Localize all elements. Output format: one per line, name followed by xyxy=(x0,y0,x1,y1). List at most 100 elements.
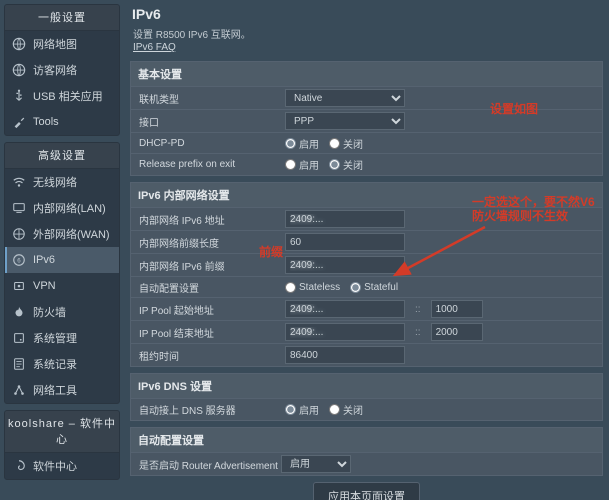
page-subtitle: 设置 R8500 IPv6 互联网。 xyxy=(133,26,603,41)
row-autoconf: 自动配置设置 Stateless Stateful xyxy=(131,277,602,298)
radio-dhcp-pd-off[interactable]: 关闭 xyxy=(329,136,363,151)
page-title: IPv6 xyxy=(132,6,603,22)
pool-start-sep: :: xyxy=(415,304,421,315)
radio-stateless[interactable]: Stateless xyxy=(285,282,340,293)
row-interface: 接口 PPP xyxy=(131,110,602,133)
label-autoconf: 自动配置设置 xyxy=(131,280,281,295)
sidebar-item-label: 外部网络(WAN) xyxy=(33,226,113,242)
radio-release-off[interactable]: 关闭 xyxy=(329,157,363,172)
wifi-icon xyxy=(11,174,27,190)
radio-auto-dns-on[interactable]: 启用 xyxy=(285,402,319,417)
sidebar-item--[interactable]: 防火墙 xyxy=(5,299,119,325)
sidebar-item--lan-[interactable]: 内部网络(LAN) xyxy=(5,195,119,221)
sidebar-item-tools[interactable]: Tools xyxy=(5,109,119,135)
vpn-icon xyxy=(11,278,27,294)
sidebar-item--[interactable]: 网络工具 xyxy=(5,377,119,403)
label-lease: 租约时间 xyxy=(131,348,281,363)
row-auto-dns: 自动接上 DNS 服务器 启用 关闭 xyxy=(131,399,602,420)
section-basic-title: 基本设置 xyxy=(131,62,602,87)
sidebar-item-label: 无线网络 xyxy=(33,174,113,190)
section-dns-title: IPv6 DNS 设置 xyxy=(131,374,602,399)
ipv6-icon: 6 xyxy=(11,252,27,268)
radio-dhcp-pd-on[interactable]: 启用 xyxy=(285,136,319,151)
sidebar-item-label: 系统管理 xyxy=(33,330,113,346)
sidebar-item--[interactable]: 网络地图 xyxy=(5,31,119,57)
net-icon xyxy=(11,382,27,398)
select-ra[interactable]: 启用 xyxy=(281,455,351,473)
section-lan: IPv6 内部网络设置 内部网络 IPv6 地址 内部网络前缀长度 内部网络 I… xyxy=(130,182,603,367)
section-basic: 基本设置 联机类型 Native 接口 PPP DHCP-PD 启用 关闭 xyxy=(130,61,603,176)
input-lan-addr[interactable] xyxy=(285,210,405,228)
select-conn-type[interactable]: Native xyxy=(285,89,405,107)
apply-wrap: 应用本页面设置 xyxy=(130,482,603,500)
sidebar-item--[interactable]: 访客网络 xyxy=(5,57,119,83)
sidebar-group-title: 一般设置 xyxy=(5,5,119,31)
radio-stateful[interactable]: Stateful xyxy=(350,282,398,293)
row-lan-plen: 内部网络前缀长度 xyxy=(131,231,602,254)
sidebar-item-ipv6[interactable]: 6IPv6 xyxy=(5,247,119,273)
swirl-icon xyxy=(11,458,27,474)
fire-icon xyxy=(11,304,27,320)
svg-text:6: 6 xyxy=(17,258,21,265)
pool-end-sep: :: xyxy=(415,327,421,338)
disk-icon xyxy=(11,330,27,346)
row-pool-start: IP Pool 起始地址 :: xyxy=(131,298,602,321)
section-dns: IPv6 DNS 设置 自动接上 DNS 服务器 启用 关闭 xyxy=(130,373,603,421)
sidebar-item-label: 网络工具 xyxy=(33,382,113,398)
row-dhcp-pd: DHCP-PD 启用 关闭 xyxy=(131,133,602,154)
sidebar-item-usb-[interactable]: USB 相关应用 xyxy=(5,83,119,109)
ipv6-faq-link[interactable]: IPv6 FAQ xyxy=(133,42,176,53)
row-lan-addr: 内部网络 IPv6 地址 xyxy=(131,208,602,231)
globe-icon xyxy=(11,62,27,78)
lan-icon xyxy=(11,200,27,216)
sidebar-item--[interactable]: 无线网络 xyxy=(5,169,119,195)
label-dhcp-pd: DHCP-PD xyxy=(131,138,281,149)
input-pool-end-prefix[interactable] xyxy=(285,323,405,341)
section-autoconf-title: 自动配置设置 xyxy=(131,428,602,453)
sidebar-item--[interactable]: 系统管理 xyxy=(5,325,119,351)
input-pool-start-prefix[interactable] xyxy=(285,300,405,318)
row-lease: 租约时间 xyxy=(131,344,602,366)
apply-button[interactable]: 应用本页面设置 xyxy=(313,482,420,500)
section-lan-title: IPv6 内部网络设置 xyxy=(131,183,602,208)
input-pool-end-suffix[interactable] xyxy=(431,323,483,341)
sidebar-item--wan-[interactable]: 外部网络(WAN) xyxy=(5,221,119,247)
sidebar-item-label: USB 相关应用 xyxy=(33,88,113,104)
label-auto-dns: 自动接上 DNS 服务器 xyxy=(131,402,281,417)
sidebar-item-vpn[interactable]: VPN xyxy=(5,273,119,299)
select-interface[interactable]: PPP xyxy=(285,112,405,130)
label-lan-plen: 内部网络前缀长度 xyxy=(131,235,281,250)
sidebar-item--[interactable]: 软件中心 xyxy=(5,453,119,479)
input-lan-prefix[interactable] xyxy=(285,256,405,274)
sidebar-item-label: 系统记录 xyxy=(33,356,113,372)
sidebar-item-label: 软件中心 xyxy=(33,458,113,474)
sidebar-item--[interactable]: 系统记录 xyxy=(5,351,119,377)
sidebar-item-label: VPN xyxy=(33,280,113,292)
sidebar-group-title: koolshare – 软件中心 xyxy=(5,411,119,453)
radio-release-on[interactable]: 启用 xyxy=(285,157,319,172)
row-conn-type: 联机类型 Native xyxy=(131,87,602,110)
row-pool-end: IP Pool 结束地址 :: xyxy=(131,321,602,344)
input-lease[interactable] xyxy=(285,346,405,364)
label-release-prefix: Release prefix on exit xyxy=(131,159,281,170)
faq-link-wrap: IPv6 FAQ xyxy=(133,42,603,53)
sidebar-item-label: 防火墙 xyxy=(33,304,113,320)
label-conn-type: 联机类型 xyxy=(131,91,281,106)
input-lan-plen[interactable] xyxy=(285,233,405,251)
label-lan-prefix: 内部网络 IPv6 前缀 xyxy=(131,258,281,273)
sidebar-group-title: 高级设置 xyxy=(5,143,119,169)
row-release-prefix: Release prefix on exit 启用 关闭 xyxy=(131,154,602,175)
sidebar-item-label: 网络地图 xyxy=(33,36,113,52)
tools-icon xyxy=(11,114,27,130)
log-icon xyxy=(11,356,27,372)
sidebar-group: 高级设置无线网络内部网络(LAN) 外部网络(WAN) 6IPv6 VPN 防火墙系统管… xyxy=(4,142,120,404)
radio-auto-dns-off[interactable]: 关闭 xyxy=(329,402,363,417)
row-ra: 是否启动 Router Advertisement 启用 xyxy=(131,453,602,475)
sidebar-item-label: 内部网络(LAN) xyxy=(33,200,113,216)
sidebar: 一般设置网络地图访客网络 USB 相关应用 Tools 高级设置无线网络内部网络(LA… xyxy=(4,4,120,496)
sidebar-group: koolshare – 软件中心软件中心 xyxy=(4,410,120,480)
usb-icon xyxy=(11,88,27,104)
sidebar-item-label: 访客网络 xyxy=(33,62,113,78)
sidebar-item-label: Tools xyxy=(33,116,113,128)
input-pool-start-suffix[interactable] xyxy=(431,300,483,318)
